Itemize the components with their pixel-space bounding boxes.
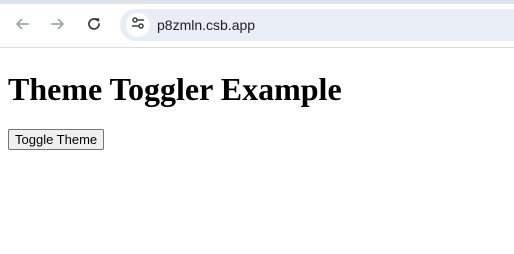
- reload-icon: [86, 16, 102, 32]
- forward-button[interactable]: [45, 11, 71, 37]
- page-title: Theme Toggler Example: [8, 71, 342, 107]
- tune-icon: [131, 16, 145, 35]
- reload-button[interactable]: [81, 11, 107, 37]
- address-bar[interactable]: p8zmln.csb.app: [120, 9, 514, 41]
- toggle-theme-button[interactable]: Toggle Theme: [8, 129, 105, 150]
- url-text[interactable]: p8zmln.csb.app: [157, 16, 255, 34]
- page-content: Theme Toggler Example Toggle Theme: [0, 49, 514, 254]
- arrow-left-icon: [14, 16, 30, 32]
- back-button[interactable]: [9, 11, 35, 37]
- browser-toolbar: p8zmln.csb.app: [0, 0, 514, 48]
- arrow-right-icon: [50, 16, 66, 32]
- tab-strip-edge: [0, 0, 514, 4]
- site-info-button[interactable]: [126, 13, 150, 37]
